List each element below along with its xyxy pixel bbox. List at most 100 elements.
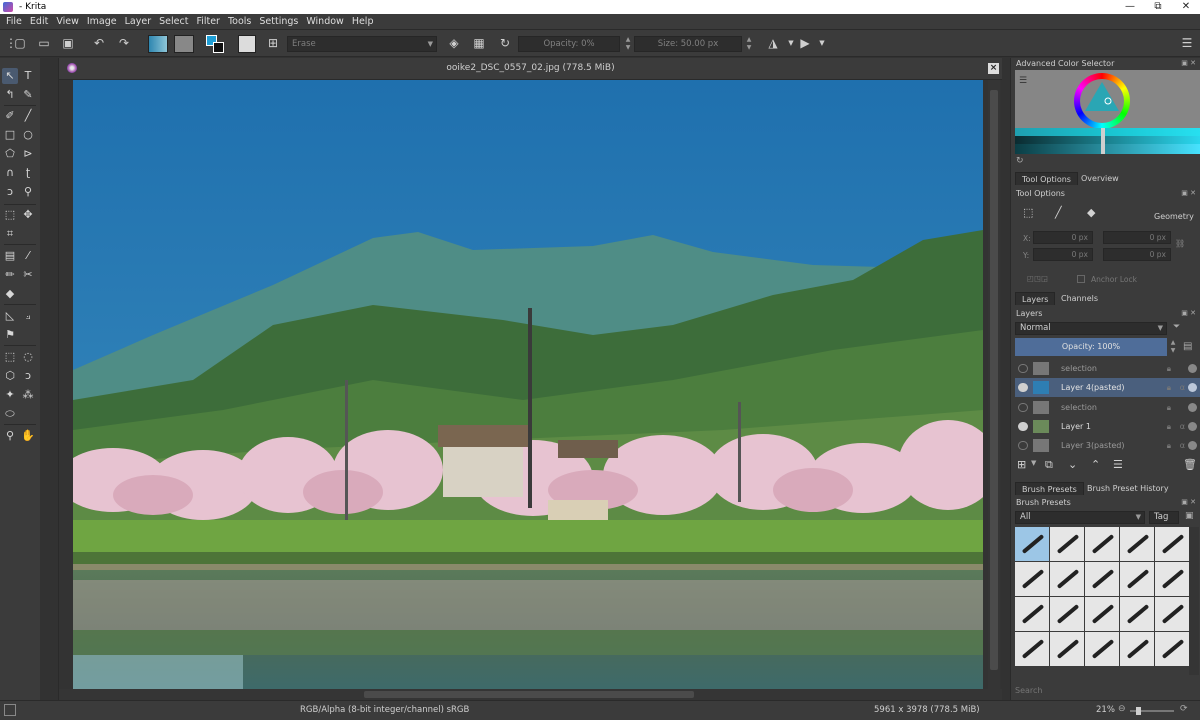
docker-menu-icon[interactable]: ☰	[1180, 36, 1194, 50]
image-canvas[interactable]	[73, 80, 983, 689]
layer-row[interactable]: Layer 4(pasted) 🔒︎ α	[1015, 378, 1200, 397]
contiguous-select-tool-icon[interactable]: ✦	[2, 387, 18, 403]
brush-preset[interactable]	[1155, 562, 1189, 596]
lock-icon[interactable]: 🔒︎	[1167, 398, 1171, 417]
lock-icon[interactable]: 🔒︎	[1167, 359, 1171, 378]
chevron-down-icon[interactable]: ▼	[815, 36, 829, 50]
move-tool-icon[interactable]: ✥	[20, 207, 36, 223]
vertical-scrollbar[interactable]	[988, 80, 1000, 689]
menu-help[interactable]: Help	[352, 16, 374, 27]
rectangle-tool-icon[interactable]: □	[2, 127, 18, 143]
chevron-down-icon[interactable]: ▼	[784, 36, 798, 50]
layer-properties-icon[interactable]: ☰	[1113, 458, 1123, 471]
menu-edit[interactable]: Edit	[30, 16, 48, 27]
docker-float-close-icons[interactable]: ▣ ✕	[1181, 498, 1196, 506]
brush-view-icon[interactable]: ▣	[1185, 511, 1194, 521]
close-window-button[interactable]: ✕	[1172, 0, 1200, 14]
line-tool-icon[interactable]: ╱	[20, 108, 36, 124]
crop-tool-icon[interactable]: ⌗	[2, 226, 18, 242]
open-document-icon[interactable]: ▭	[37, 36, 51, 50]
layer-properties-icon[interactable]: ▤	[1183, 341, 1192, 352]
layer-row[interactable]: selection 🔒︎	[1015, 398, 1200, 417]
menu-tools[interactable]: Tools	[228, 16, 251, 27]
brush-preset[interactable]	[1015, 597, 1049, 631]
reference-images-tool-icon[interactable]: ⚑	[2, 327, 18, 343]
brush-preset[interactable]	[1155, 527, 1189, 561]
brush-preset[interactable]	[1015, 632, 1049, 666]
lock-icon[interactable]: 🔒︎	[1167, 436, 1171, 455]
polygon-tool-icon[interactable]: ⬠	[2, 146, 18, 162]
transform-tool-icon[interactable]: ⬚	[2, 207, 18, 223]
mirror-horizontal-icon[interactable]: ◮	[766, 36, 780, 50]
geometry-select-icon[interactable]: ⬚	[1023, 206, 1033, 219]
reload-preset-icon[interactable]: ↻	[498, 36, 512, 50]
y1-field[interactable]: 0 px	[1033, 248, 1093, 261]
duplicate-layer-icon[interactable]: ⧉	[1045, 458, 1053, 472]
mirror-vertical-icon[interactable]: ▶	[798, 36, 812, 50]
tab-tool-options[interactable]: Tool Options	[1015, 172, 1078, 185]
saturation-triangle[interactable]	[1074, 73, 1130, 129]
anchor-lock-checkbox[interactable]	[1077, 275, 1085, 283]
visibility-icon[interactable]	[1018, 364, 1028, 373]
color-slider-handle[interactable]	[1101, 128, 1105, 154]
calligraphy-tool-icon[interactable]: ✎	[20, 87, 36, 103]
brush-preset[interactable]	[1015, 562, 1049, 596]
fill-tool-icon[interactable]: ◆	[2, 286, 18, 302]
move-layer-up-icon[interactable]: ⌃	[1091, 458, 1100, 471]
menu-image[interactable]: Image	[87, 16, 117, 27]
edit-shapes-tool-icon[interactable]: ↰	[2, 87, 18, 103]
new-document-icon[interactable]: ▢	[13, 36, 27, 50]
undo-icon[interactable]: ↶	[92, 36, 106, 50]
brush-preset[interactable]	[1120, 562, 1154, 596]
select-shapes-tool-icon[interactable]: ↖	[2, 68, 18, 84]
lock-icon[interactable]: 🔒︎	[1167, 378, 1171, 397]
menu-select[interactable]: Select	[159, 16, 188, 27]
alignment-icons[interactable]: ◰◳◲	[1027, 274, 1048, 283]
menu-filter[interactable]: Filter	[196, 16, 220, 27]
x2-field[interactable]: 0 px	[1103, 231, 1171, 244]
tab-channels[interactable]: Channels	[1055, 292, 1104, 305]
tab-brush-presets[interactable]: Brush Presets	[1015, 482, 1084, 495]
preserve-alpha-icon[interactable]: ▦	[472, 36, 486, 50]
measure-tool-icon[interactable]: ⟓	[20, 308, 36, 324]
redo-icon[interactable]: ↷	[117, 36, 131, 50]
brush-preset[interactable]	[1085, 597, 1119, 631]
magnetic-select-tool-icon[interactable]: ⬭	[2, 406, 18, 422]
fg-bg-color-icon[interactable]	[206, 35, 224, 53]
chevron-down-icon[interactable]: ▼	[1031, 459, 1036, 467]
alpha-lock-icon[interactable]: α	[1180, 378, 1185, 397]
layer-row[interactable]: selection 🔒︎	[1015, 359, 1200, 378]
brush-selection-icon[interactable]	[4, 704, 16, 716]
menu-layer[interactable]: Layer	[125, 16, 152, 27]
rect-select-tool-icon[interactable]: ⬚	[2, 349, 18, 365]
y2-field[interactable]: 0 px	[1103, 248, 1171, 261]
brush-preset[interactable]	[1085, 632, 1119, 666]
line-geometry-icon[interactable]: ╱	[1055, 206, 1062, 219]
layer-opacity-spin[interactable]: ▲ ▼	[1169, 339, 1177, 355]
menu-settings[interactable]: Settings	[259, 16, 298, 27]
freehand-select-tool-icon[interactable]: ↄ	[20, 368, 36, 384]
alpha-lock-icon[interactable]: α	[1180, 436, 1185, 455]
menu-file[interactable]: File	[6, 16, 22, 27]
assistant-tool-icon[interactable]: ◺	[2, 308, 18, 324]
inherit-alpha-icon[interactable]	[1188, 422, 1197, 431]
ellipse-select-tool-icon[interactable]: ◌	[20, 349, 36, 365]
visibility-icon[interactable]	[1018, 441, 1028, 450]
horizontal-scrollbar[interactable]	[59, 689, 1002, 700]
color-picker-tool-icon[interactable]: ⁄	[20, 248, 36, 264]
eraser-mode-icon[interactable]: ◈	[447, 36, 461, 50]
text-tool-icon[interactable]: T	[20, 68, 36, 84]
close-document-button[interactable]: ×	[988, 63, 999, 74]
tab-brush-preset-history[interactable]: Brush Preset History	[1081, 482, 1175, 495]
brush-search-input[interactable]	[1015, 683, 1197, 697]
brush-preset[interactable]	[1050, 527, 1084, 561]
visibility-icon[interactable]	[1018, 403, 1028, 412]
brush-preset[interactable]	[1120, 632, 1154, 666]
colorize-mask-tool-icon[interactable]: ✏	[2, 267, 18, 283]
brush-preset[interactable]	[1155, 632, 1189, 666]
pattern-selector[interactable]	[174, 35, 194, 53]
polygon-select-tool-icon[interactable]: ⬡	[2, 368, 18, 384]
tab-layers[interactable]: Layers	[1015, 292, 1056, 305]
inherit-alpha-icon[interactable]	[1188, 383, 1197, 392]
minimize-button[interactable]: —	[1116, 0, 1144, 14]
